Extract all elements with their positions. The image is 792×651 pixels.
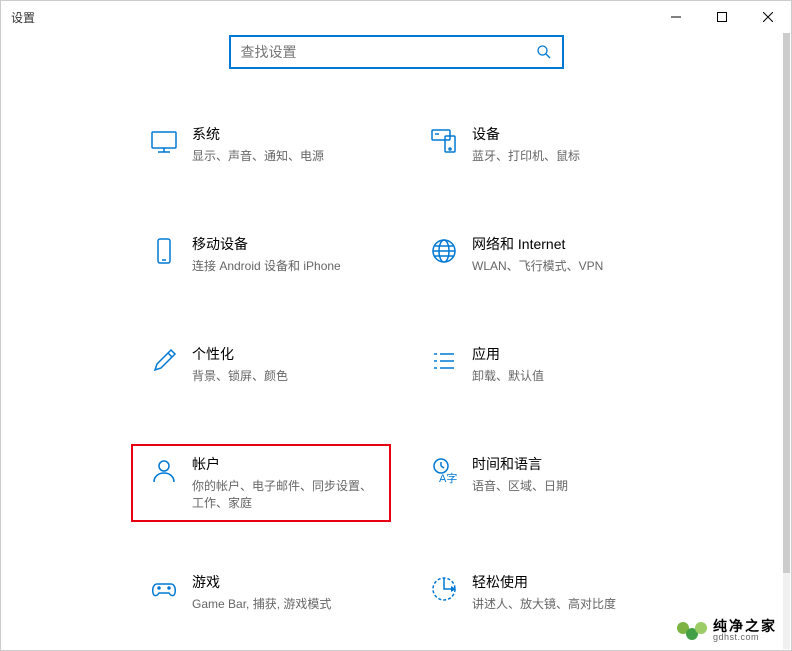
tile-ease-of-access[interactable]: 轻松使用 讲述人、放大镜、高对比度 <box>421 572 661 622</box>
personalization-icon <box>141 344 186 394</box>
tile-time-language[interactable]: A字 时间和语言 语音、区域、日期 <box>421 454 661 512</box>
tile-apps[interactable]: 应用 卸载、默认值 <box>421 344 661 394</box>
tile-title: 时间和语言 <box>472 454 661 474</box>
tile-title: 应用 <box>472 344 661 364</box>
tile-desc: Game Bar, 捕获, 游戏模式 <box>192 596 381 613</box>
accounts-icon <box>141 454 186 512</box>
tile-title: 个性化 <box>192 344 381 364</box>
titlebar: 设置 <box>1 1 791 33</box>
search-input[interactable] <box>241 44 536 60</box>
window-controls <box>653 1 791 33</box>
tile-desc: WLAN、飞行模式、VPN <box>472 258 661 275</box>
tile-desc: 连接 Android 设备和 iPhone <box>192 258 381 275</box>
minimize-button[interactable] <box>653 1 699 33</box>
search-wrap <box>21 35 771 69</box>
watermark-title: 纯净之家 <box>713 619 777 633</box>
ease-of-access-icon <box>421 572 466 622</box>
svg-text:A字: A字 <box>439 471 457 485</box>
tile-title: 轻松使用 <box>472 572 661 592</box>
tile-desc: 语音、区域、日期 <box>472 478 661 495</box>
tile-desc: 背景、锁屏、颜色 <box>192 368 381 385</box>
devices-icon <box>421 124 466 174</box>
tile-title: 移动设备 <box>192 234 381 254</box>
tile-devices[interactable]: 设备 蓝牙、打印机、鼠标 <box>421 124 661 174</box>
tile-title: 帐户 <box>192 454 379 474</box>
tile-desc: 蓝牙、打印机、鼠标 <box>472 148 661 165</box>
gaming-icon <box>141 572 186 622</box>
tile-title: 设备 <box>472 124 661 144</box>
tile-desc: 显示、声音、通知、电源 <box>192 148 381 165</box>
tile-desc: 你的帐户、电子邮件、同步设置、工作、家庭 <box>192 478 379 512</box>
system-icon <box>141 124 186 174</box>
watermark-sub: gdhst.com <box>713 633 777 642</box>
scrollbar[interactable] <box>783 33 790 649</box>
tile-desc: 卸载、默认值 <box>472 368 661 385</box>
tile-title: 系统 <box>192 124 381 144</box>
window-title: 设置 <box>11 9 653 26</box>
apps-icon <box>421 344 466 394</box>
tile-title: 网络和 Internet <box>472 234 661 254</box>
tile-network[interactable]: 网络和 Internet WLAN、飞行模式、VPN <box>421 234 661 284</box>
watermark-logo-icon <box>677 622 707 640</box>
settings-grid: 系统 显示、声音、通知、电源 设备 蓝牙、打印机、鼠标 移动设备 连接 Andr… <box>21 124 771 622</box>
tile-desc: 讲述人、放大镜、高对比度 <box>472 596 661 613</box>
content-area: 系统 显示、声音、通知、电源 设备 蓝牙、打印机、鼠标 移动设备 连接 Andr… <box>1 35 791 622</box>
search-box[interactable] <box>229 35 564 69</box>
tile-accounts[interactable]: 帐户 你的帐户、电子邮件、同步设置、工作、家庭 <box>131 444 391 522</box>
phone-icon <box>141 234 186 284</box>
watermark: 纯净之家 gdhst.com <box>677 619 777 642</box>
close-button[interactable] <box>745 1 791 33</box>
tile-system[interactable]: 系统 显示、声音、通知、电源 <box>141 124 381 174</box>
network-icon <box>421 234 466 284</box>
maximize-button[interactable] <box>699 1 745 33</box>
scrollbar-thumb[interactable] <box>783 33 790 573</box>
tile-personalization[interactable]: 个性化 背景、锁屏、颜色 <box>141 344 381 394</box>
time-language-icon: A字 <box>421 454 466 512</box>
tile-gaming[interactable]: 游戏 Game Bar, 捕获, 游戏模式 <box>141 572 381 622</box>
tile-title: 游戏 <box>192 572 381 592</box>
search-icon <box>536 44 552 60</box>
tile-phone[interactable]: 移动设备 连接 Android 设备和 iPhone <box>141 234 381 284</box>
